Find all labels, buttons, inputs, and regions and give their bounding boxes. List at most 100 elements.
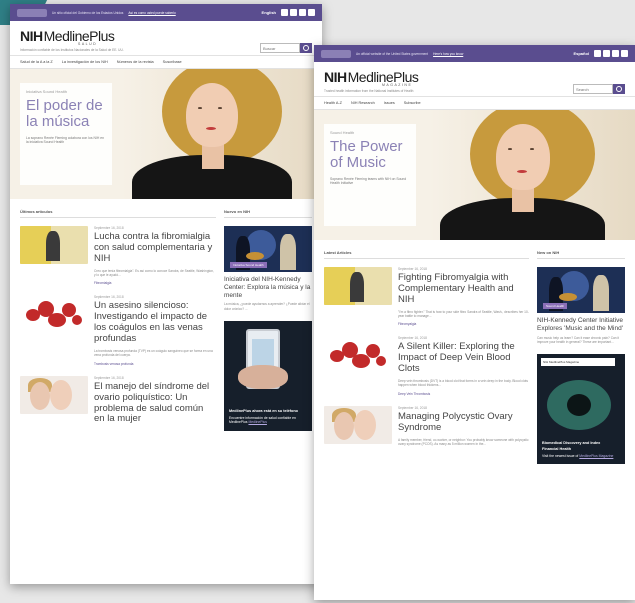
sidebar-card-image[interactable]: Sound Health <box>537 267 625 313</box>
nav-item-health-az[interactable]: Salud de la A a la Z <box>20 60 53 64</box>
rss-icon[interactable] <box>308 9 315 16</box>
article-card[interactable]: Septiembre 16, 2018 Lucha contra la fibr… <box>20 226 216 285</box>
sidebar: New on NIH Sound Health NIH-Kennedy Cent… <box>537 250 625 465</box>
article-excerpt: La trombosis venosa profunda (TVP) es un… <box>94 349 213 358</box>
article-excerpt: A family member, friend, co-worker, or n… <box>398 437 529 446</box>
article-date: September 16, 2018 <box>398 267 427 271</box>
article-card[interactable]: September 16, 2018 Managing Polycystic O… <box>324 405 529 446</box>
hero-banner[interactable]: Sound Health The Power of Music Soprano … <box>314 110 635 240</box>
sidebar-card-title[interactable]: Iniciativa del NIH-Kennedy Center: Explo… <box>224 276 312 299</box>
article-card[interactable]: Septiembre 16, 2018 El manejo del síndro… <box>20 375 216 426</box>
search-icon[interactable] <box>300 43 312 53</box>
email-icon[interactable] <box>299 9 306 16</box>
article-tag[interactable]: Fibromialgia <box>94 281 216 285</box>
rss-icon[interactable] <box>621 50 628 57</box>
twitter-icon[interactable] <box>603 50 610 57</box>
article-date: Septiembre 16, 2018 <box>94 226 124 230</box>
facebook-icon[interactable] <box>594 50 601 57</box>
section-heading: Latest Articles <box>324 250 529 259</box>
sidebar-card-badge: Sound Health <box>543 303 568 309</box>
article-title[interactable]: Lucha contra la fibromialgia con salud c… <box>94 231 216 265</box>
article-card[interactable]: September 16, 2018 A Silent Killer: Expl… <box>324 336 529 396</box>
search-icon[interactable] <box>613 84 625 94</box>
hero-banner[interactable]: Iniciativa Sound Health El poder de la m… <box>10 69 322 199</box>
social-links <box>594 50 628 57</box>
article-tag[interactable]: Fibromyalgia <box>398 322 529 326</box>
article-thumbnail[interactable] <box>20 295 88 334</box>
language-toggle[interactable]: English <box>262 10 276 15</box>
main-nav: Health A-Z NIH Research Issues Subscribe <box>314 96 635 110</box>
article-card[interactable]: Septiembre 16, 2018 Un asesino silencios… <box>20 295 216 366</box>
sidebar: Nuevo en NIH Iniciativa Sound Health Ini… <box>224 209 312 435</box>
article-title[interactable]: El manejo del síndrome del ovario poliqu… <box>94 381 216 426</box>
hero-description: La soprano Renée Fleming colabora con lo… <box>26 135 105 145</box>
promo-title: MedlinePlus ahora está en su teléfono <box>229 408 298 413</box>
nav-item-subscribe[interactable]: Suscríbase <box>163 60 182 64</box>
nav-item-research[interactable]: La investigación de los NIH <box>62 60 108 64</box>
article-thumbnail[interactable] <box>20 226 88 264</box>
hero-eyebrow: Iniciativa Sound Health <box>26 89 67 94</box>
site-header: NIHMedlinePlus MAGAZINE Trusted health i… <box>314 62 635 96</box>
twitter-icon[interactable] <box>290 9 297 16</box>
hero-eyebrow: Sound Health <box>330 130 355 135</box>
site-logo[interactable]: NIHMedlinePlus <box>20 29 322 43</box>
nav-item-research[interactable]: NIH Research <box>351 101 375 105</box>
promo-link[interactable]: MedlinePlus Magazine <box>579 454 613 458</box>
email-icon[interactable] <box>612 50 619 57</box>
main-nav: Salud de la A a la Z La investigación de… <box>10 55 322 69</box>
magazine-promo[interactable]: NIH MedlinePlus Magazine Biomedical Disc… <box>537 354 625 465</box>
article-date: Septiembre 16, 2018 <box>94 375 124 380</box>
article-thumbnail[interactable] <box>324 336 392 375</box>
social-links <box>281 9 315 16</box>
nav-item-issues[interactable]: Números de la revista <box>117 60 154 64</box>
sidebar-card[interactable]: Iniciativa Sound Health Iniciativa del N… <box>224 226 312 311</box>
article-title[interactable]: Un asesino silencioso: Investigando el i… <box>94 300 216 345</box>
article-tag[interactable]: Trombosis venosa profunda <box>94 362 216 366</box>
sidebar-card-title[interactable]: NIH-Kennedy Center Initiative Explores '… <box>537 317 625 333</box>
article-thumbnail[interactable] <box>20 375 88 414</box>
section-heading: Últimos artículos <box>20 209 216 218</box>
gov-banner-link[interactable]: Here's how you know <box>433 52 463 56</box>
search-input[interactable] <box>260 43 300 53</box>
gov-banner-link[interactable]: Así es como usted puede saberlo <box>128 11 175 15</box>
promo-bar: NIH MedlinePlus Magazine <box>541 358 615 367</box>
article-title[interactable]: Managing Polycystic Ovary Syndrome <box>398 411 529 434</box>
facebook-icon[interactable] <box>281 9 288 16</box>
gov-banner-text: Un sitio oficial del Gobierno de los Est… <box>52 10 124 15</box>
article-date: Septiembre 16, 2018 <box>94 295 124 300</box>
promo-link[interactable]: MedlinePlus <box>248 420 266 424</box>
hero-title[interactable]: El poder de la música <box>26 98 106 130</box>
sidebar-card[interactable]: Sound Health NIH-Kennedy Center Initiati… <box>537 267 625 344</box>
sidebar-card-excerpt: La música, ¿puede ayudarnos a aprender? … <box>224 302 310 311</box>
nav-item-issues[interactable]: Issues <box>384 101 395 105</box>
sidebar-card-excerpt: Can music help us learn? Can it ease chr… <box>537 335 620 344</box>
english-site-screenshot: An official website of the United States… <box>314 45 635 600</box>
hero-photo <box>122 69 322 199</box>
search-form <box>573 84 625 94</box>
article-excerpt: Deep vein thrombosis (DVT) is a blood cl… <box>398 379 528 388</box>
nav-item-health-az[interactable]: Health A-Z <box>324 101 342 105</box>
hero-photo <box>429 110 635 240</box>
site-logo[interactable]: NIHMedlinePlus <box>324 70 635 84</box>
search-form <box>260 43 312 53</box>
gov-banner: Un sitio oficial del Gobierno de los Est… <box>10 4 322 21</box>
hero-text-box: Iniciativa Sound Health El poder de la m… <box>20 83 112 185</box>
hero-title[interactable]: The Power of Music <box>330 139 410 171</box>
language-toggle[interactable]: Español <box>573 51 589 56</box>
app-promo[interactable]: MedlinePlus ahora está en su teléfono En… <box>224 321 312 432</box>
gov-banner-text: An official website of the United States… <box>356 51 429 56</box>
gov-banner: An official website of the United States… <box>314 45 635 62</box>
hero-text-box: Sound Health The Power of Music Soprano … <box>324 124 416 226</box>
article-date: September 16, 2018 <box>398 336 427 341</box>
article-tag[interactable]: Deep Vein Thrombosis <box>398 392 529 396</box>
nav-item-subscribe[interactable]: Subscribe <box>404 101 421 105</box>
sidebar-card-image[interactable]: Iniciativa Sound Health <box>224 226 312 272</box>
article-title[interactable]: A Silent Killer: Exploring the Impact of… <box>398 341 529 375</box>
sidebar-heading: New on NIH <box>537 250 625 259</box>
article-thumbnail[interactable] <box>324 405 392 444</box>
article-title[interactable]: Fighting Fibromyalgia with Complementary… <box>398 272 529 306</box>
search-input[interactable] <box>573 84 613 94</box>
article-thumbnail[interactable] <box>324 267 392 305</box>
hero-description: Soprano Renée Fleming teams with NIH on … <box>330 176 407 186</box>
article-card[interactable]: September 16, 2018 Fighting Fibromyalgia… <box>324 267 529 326</box>
